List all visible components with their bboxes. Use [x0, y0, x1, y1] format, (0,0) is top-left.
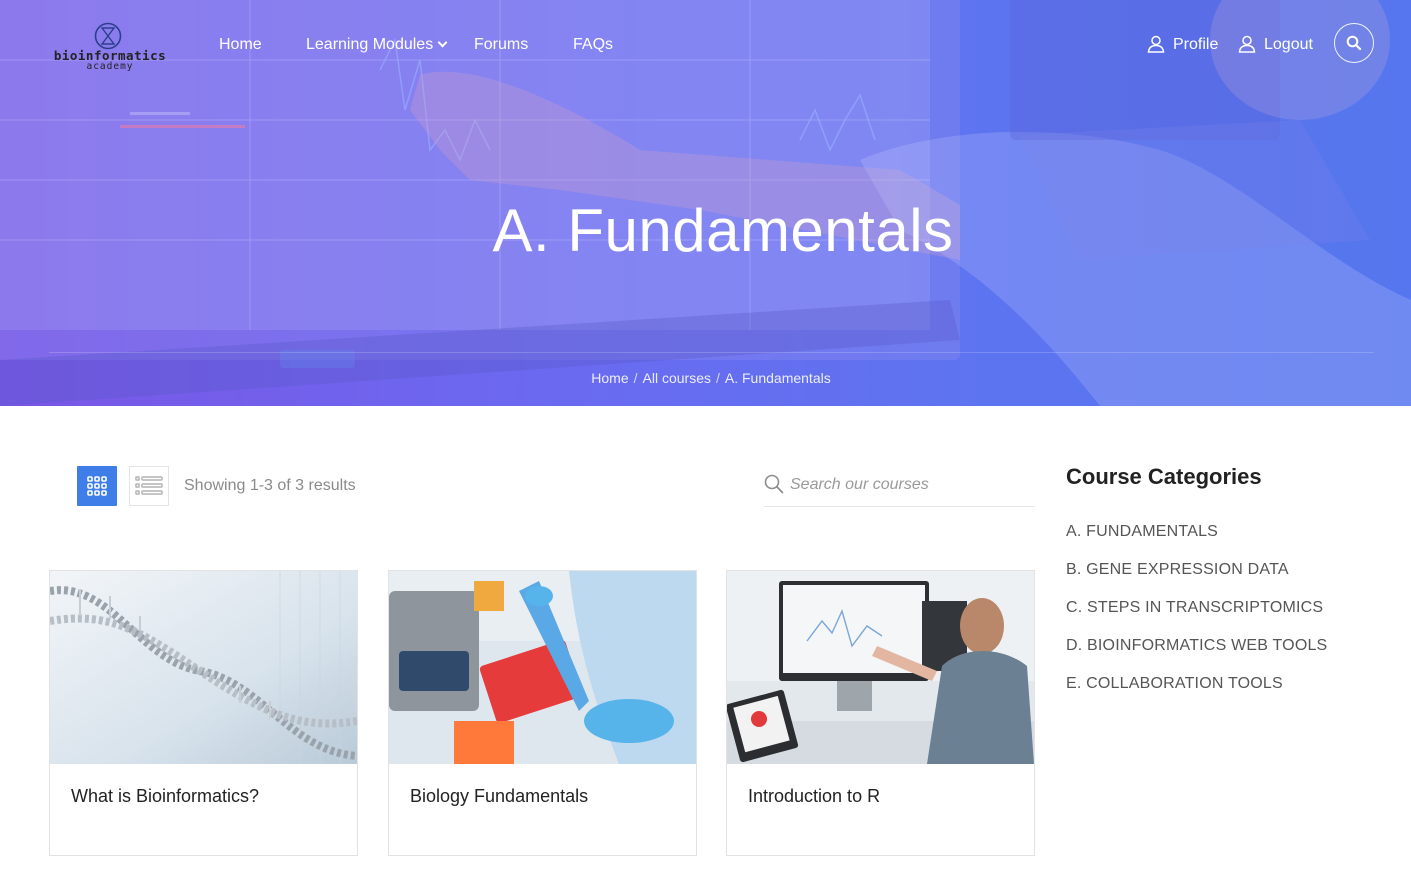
grid-view-button[interactable] [77, 466, 117, 506]
breadcrumb-home[interactable]: Home [591, 370, 628, 386]
chevron-down-icon [437, 37, 448, 48]
hourglass-logo-icon [94, 22, 122, 50]
list-view-button[interactable] [129, 466, 169, 506]
category-link[interactable]: B. GENE EXPRESSION DATA [1066, 560, 1289, 580]
breadcrumb-separator: / [715, 370, 720, 386]
logout-link[interactable]: Logout [1238, 34, 1313, 56]
laboratory-image [389, 571, 696, 764]
sidebar-title: Course Categories [1066, 464, 1262, 489]
dna-helix-image [50, 571, 357, 764]
header-search-button[interactable] [1334, 23, 1374, 63]
course-title[interactable]: Introduction to R [748, 785, 880, 807]
category-link[interactable]: D. BIOINFORMATICS WEB TOOLS [1066, 636, 1327, 656]
nav-forums[interactable]: Forums [474, 34, 528, 56]
breadcrumb-separator: / [633, 370, 638, 386]
search-icon [1346, 35, 1362, 51]
nav-learning-modules-label: Learning Modules [306, 36, 434, 53]
user-icon [1147, 35, 1165, 53]
data-analyst-image [727, 571, 1034, 764]
course-title[interactable]: What is Bioinformatics? [71, 785, 259, 807]
course-search [764, 470, 1035, 507]
nav-faqs[interactable]: FAQs [573, 34, 613, 56]
breadcrumb: Home / All courses / A. Fundamentals [0, 368, 1411, 388]
nav-learning-modules[interactable]: Learning Modules [306, 34, 448, 56]
results-count: Showing 1-3 of 3 results [184, 477, 356, 494]
user-icon [1238, 35, 1256, 53]
site-logo[interactable]: bioinformatics academy [48, 22, 172, 76]
category-link[interactable]: C. STEPS IN TRANSCRIPTOMICS [1066, 598, 1323, 618]
logo-subtitle: academy [86, 61, 134, 72]
course-search-input[interactable] [790, 472, 1030, 498]
course-card[interactable]: Biology Fundamentals [388, 570, 697, 856]
category-link[interactable]: A. FUNDAMENTALS [1066, 522, 1218, 542]
nav-home[interactable]: Home [219, 34, 262, 56]
breadcrumb-all-courses[interactable]: All courses [643, 370, 711, 386]
hero-divider [49, 352, 1374, 353]
category-link[interactable]: E. COLLABORATION TOOLS [1066, 674, 1283, 694]
course-card[interactable]: What is Bioinformatics? [49, 570, 358, 856]
course-card[interactable]: Introduction to R [726, 570, 1035, 856]
search-icon [764, 474, 784, 494]
grid-icon [87, 476, 107, 496]
page-title: A. Fundamentals [492, 197, 954, 264]
breadcrumb-current: A. Fundamentals [724, 370, 831, 386]
hero-banner: bioinformatics academy Home Learning Mod… [0, 0, 1411, 406]
profile-link[interactable]: Profile [1147, 34, 1218, 56]
course-title[interactable]: Biology Fundamentals [410, 785, 588, 807]
list-icon [135, 476, 163, 495]
